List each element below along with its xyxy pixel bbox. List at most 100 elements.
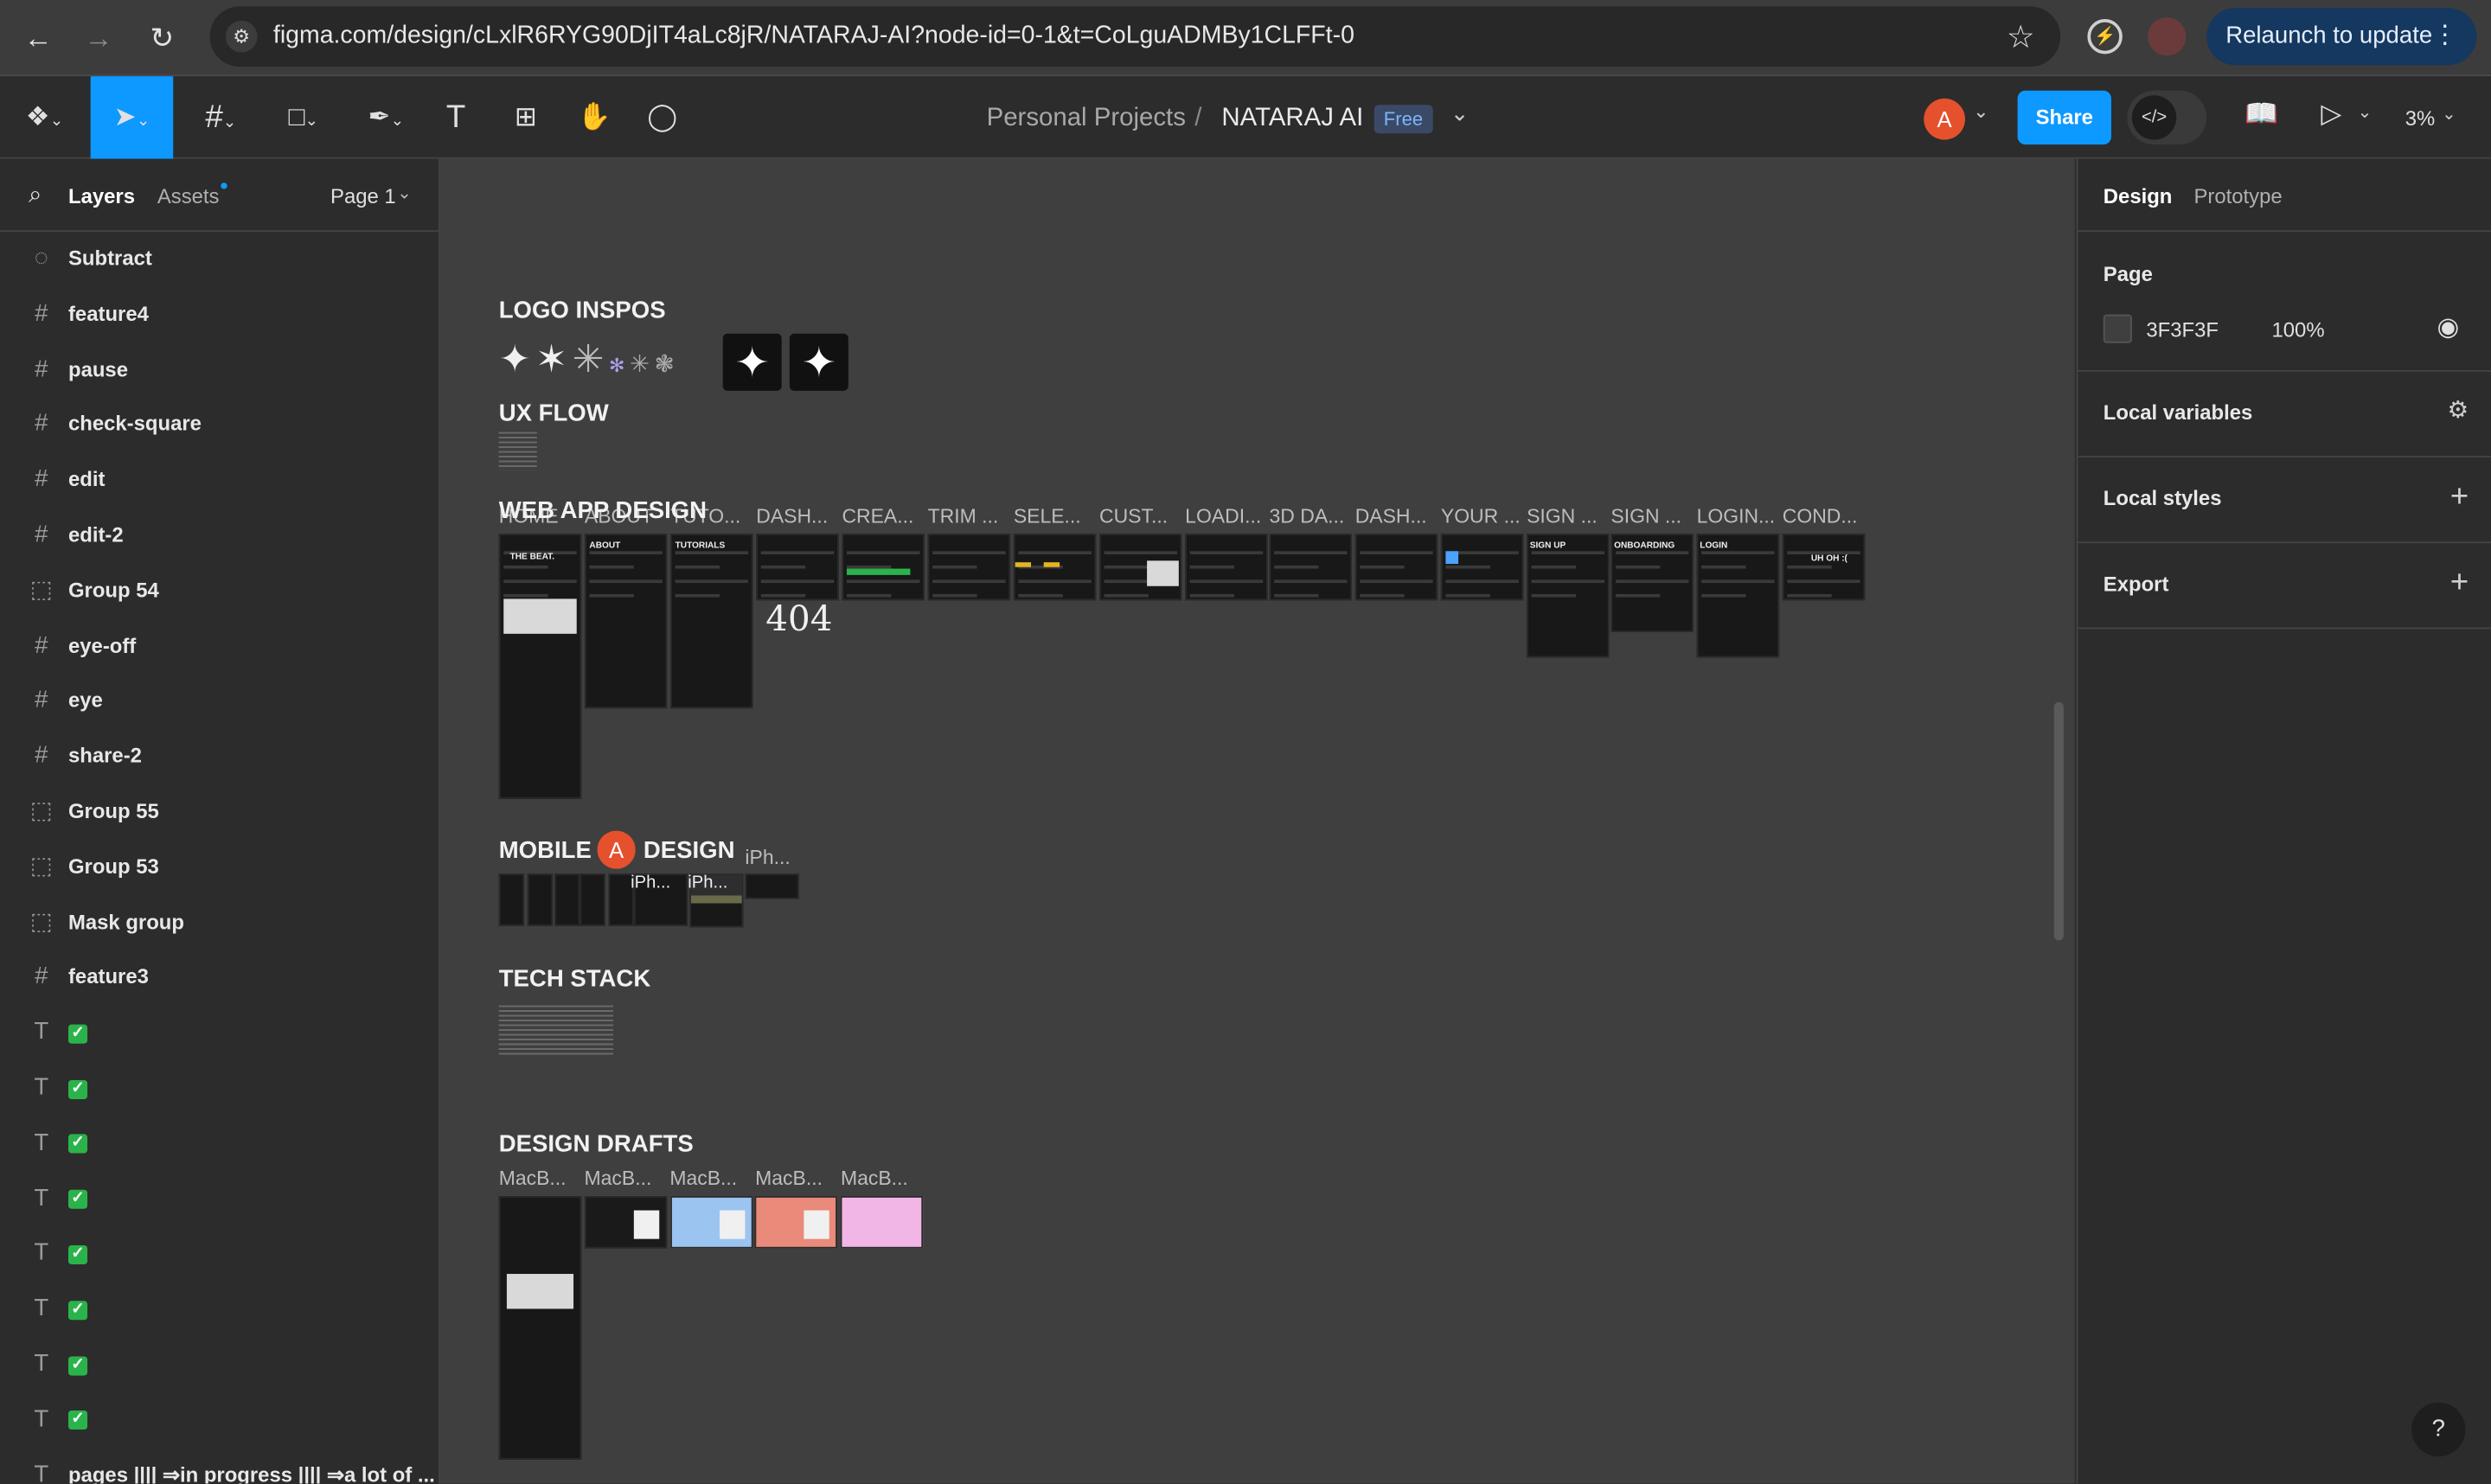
web-frame[interactable] — [584, 534, 668, 709]
draft-frame[interactable] — [498, 1196, 582, 1460]
layer-row[interactable]: T ✓ — [0, 1338, 439, 1393]
web-frame-label[interactable]: DASH... — [756, 505, 840, 528]
layer-row[interactable]: T ✓ — [0, 1227, 439, 1283]
layer-row[interactable]: T ✓ — [0, 1172, 439, 1227]
layer-row[interactable]: T ✓ — [0, 1006, 439, 1061]
web-frame-label[interactable]: 3D DA... — [1270, 505, 1354, 528]
web-frame-label[interactable]: LOGIN... — [1697, 505, 1781, 528]
page-color-value[interactable]: 3F3F3F — [2146, 317, 2219, 342]
layer-row[interactable]: T ✓ — [0, 1061, 439, 1116]
web-frame[interactable] — [1185, 534, 1268, 601]
section-ux-flow[interactable]: UX FLOW — [499, 400, 609, 427]
logo-star-icon[interactable]: ✦ — [722, 333, 782, 391]
logo-star-icon[interactable]: ✦ — [789, 333, 848, 391]
draft-frame-label[interactable]: MacB... — [841, 1167, 908, 1190]
canvas-scrollbar[interactable] — [2053, 701, 2064, 941]
page-color-swatch[interactable] — [2103, 314, 2132, 343]
web-frame-label[interactable]: DASH... — [1355, 505, 1439, 528]
page-selector[interactable]: Page 1 — [330, 184, 396, 208]
web-frame[interactable] — [1527, 534, 1610, 658]
layer-row[interactable]: # share-2 — [0, 729, 439, 784]
web-frame[interactable] — [842, 534, 925, 601]
section-mobile[interactable]: MOBILE — [499, 837, 592, 864]
tab-assets[interactable]: Assets — [157, 184, 220, 208]
web-frame[interactable] — [1440, 534, 1524, 601]
file-menu-chevron-icon[interactable]: ⌄ — [1450, 100, 1470, 127]
zoom-chevron-icon[interactable]: ⌄ — [2442, 103, 2456, 124]
move-tool-icon[interactable]: ➤⌄ — [90, 76, 174, 159]
draft-frame-label[interactable]: MacB... — [585, 1167, 652, 1190]
draft-frame[interactable] — [669, 1196, 752, 1249]
add-export-icon[interactable]: + — [2450, 566, 2469, 600]
breadcrumb-project[interactable]: Personal Projects — [987, 105, 1186, 133]
text-tool-icon[interactable]: T — [433, 76, 477, 159]
layer-row[interactable]: # edit — [0, 453, 439, 509]
mobile-frame[interactable] — [554, 873, 580, 926]
zoom-level[interactable]: 3% — [2405, 106, 2436, 131]
web-frame[interactable] — [1696, 534, 1780, 658]
web-frame[interactable] — [498, 534, 582, 799]
mobile-frame[interactable] — [580, 873, 605, 926]
web-frame[interactable] — [1782, 534, 1866, 601]
layer-row[interactable]: # check-square — [0, 398, 439, 453]
page-chevron-icon[interactable]: ⌄ — [397, 182, 412, 203]
mobile-frame-label[interactable]: iPh... — [688, 873, 727, 892]
relaunch-button[interactable]: Relaunch to update ⋮ — [2206, 8, 2477, 66]
bookmark-star-icon[interactable]: ☆ — [2007, 17, 2035, 57]
draft-frame[interactable] — [755, 1196, 838, 1249]
draft-frame[interactable] — [840, 1196, 924, 1249]
back-icon[interactable]: ← — [19, 19, 57, 57]
logo-sparkle-icons[interactable]: ✦✶✳✻✳❃ — [499, 336, 680, 382]
export-row[interactable]: Export + — [2078, 543, 2491, 630]
shape-tool-icon[interactable]: □⌄ — [270, 76, 336, 159]
web-frame[interactable] — [1354, 534, 1438, 601]
present-play-icon[interactable]: ▷ — [2321, 99, 2341, 131]
section-mobile-design[interactable]: DESIGN — [644, 837, 735, 864]
layer-row[interactable]: # feature3 — [0, 950, 439, 1006]
web-frame-label[interactable]: SIGN ... — [1611, 505, 1694, 528]
forward-icon[interactable]: → — [80, 19, 118, 57]
pen-tool-icon[interactable]: ✒⌄ — [353, 76, 419, 159]
tab-design[interactable]: Design — [2104, 184, 2173, 208]
file-name[interactable]: NATARAJ AI — [1221, 105, 1363, 133]
share-button[interactable]: Share — [2017, 90, 2111, 145]
mobile-frame[interactable] — [498, 873, 525, 926]
web-frame-label[interactable]: CREA... — [842, 505, 925, 528]
tab-prototype[interactable]: Prototype — [2193, 184, 2282, 208]
mobile-frame-label[interactable]: iPh... — [631, 873, 670, 892]
page-opacity-value[interactable]: 100% — [2271, 317, 2324, 342]
profile-avatar[interactable] — [2148, 17, 2187, 56]
web-frame-label[interactable]: SELE... — [1014, 505, 1098, 528]
section-web-app-design[interactable]: WEB APP DESIGN — [499, 497, 707, 524]
address-bar[interactable]: ⚙ figma.com/design/cLxlR6RYG90DjIT4aLc8j… — [209, 6, 2061, 67]
section-design-drafts[interactable]: DESIGN DRAFTS — [499, 1131, 694, 1158]
local-variables-row[interactable]: Local variables ⚙ — [2078, 372, 2491, 457]
search-icon[interactable]: ⌕ — [29, 181, 42, 208]
extension-icon[interactable]: ⚡ — [2087, 19, 2123, 54]
present-chevron-icon[interactable]: ⌄ — [2358, 102, 2373, 122]
tab-layers[interactable]: Layers — [68, 184, 135, 208]
hand-tool-icon[interactable]: ✋ — [572, 76, 616, 159]
layer-row[interactable]: # pause — [0, 342, 439, 398]
web-frame[interactable] — [927, 534, 1011, 601]
layer-row[interactable]: # edit-2 — [0, 509, 439, 564]
web-frame-label[interactable]: LOADI... — [1185, 505, 1269, 528]
layer-row[interactable]: ◌ Subtract — [0, 232, 439, 287]
collaborator-avatar[interactable]: A — [593, 827, 639, 873]
layer-row[interactable]: Tpages |||| ⇒in progress |||| ⇒a lot of … — [0, 1448, 439, 1483]
layer-row[interactable]: # eye — [0, 674, 439, 729]
draft-frame[interactable] — [584, 1196, 668, 1249]
comment-tool-icon[interactable]: ◯ — [640, 76, 684, 159]
dev-mode-toggle[interactable]: </> — [2127, 90, 2207, 145]
web-frame[interactable] — [670, 534, 753, 709]
web-frame-label[interactable]: TRIM ... — [928, 505, 1012, 528]
layer-row[interactable]: ⬚ Group 54 — [0, 564, 439, 619]
help-icon[interactable]: ? — [2411, 1402, 2466, 1457]
web-frame-label[interactable]: COND... — [1783, 505, 1867, 528]
user-avatar[interactable]: A — [1924, 98, 1965, 140]
layer-row[interactable]: T ✓ — [0, 1392, 439, 1448]
web-frame-label[interactable]: CUST... — [1099, 505, 1183, 528]
local-styles-row[interactable]: Local styles + — [2078, 457, 2491, 544]
library-icon[interactable]: 📖 — [2244, 99, 2278, 131]
web-frame-label[interactable]: YOUR ... — [1441, 505, 1525, 528]
